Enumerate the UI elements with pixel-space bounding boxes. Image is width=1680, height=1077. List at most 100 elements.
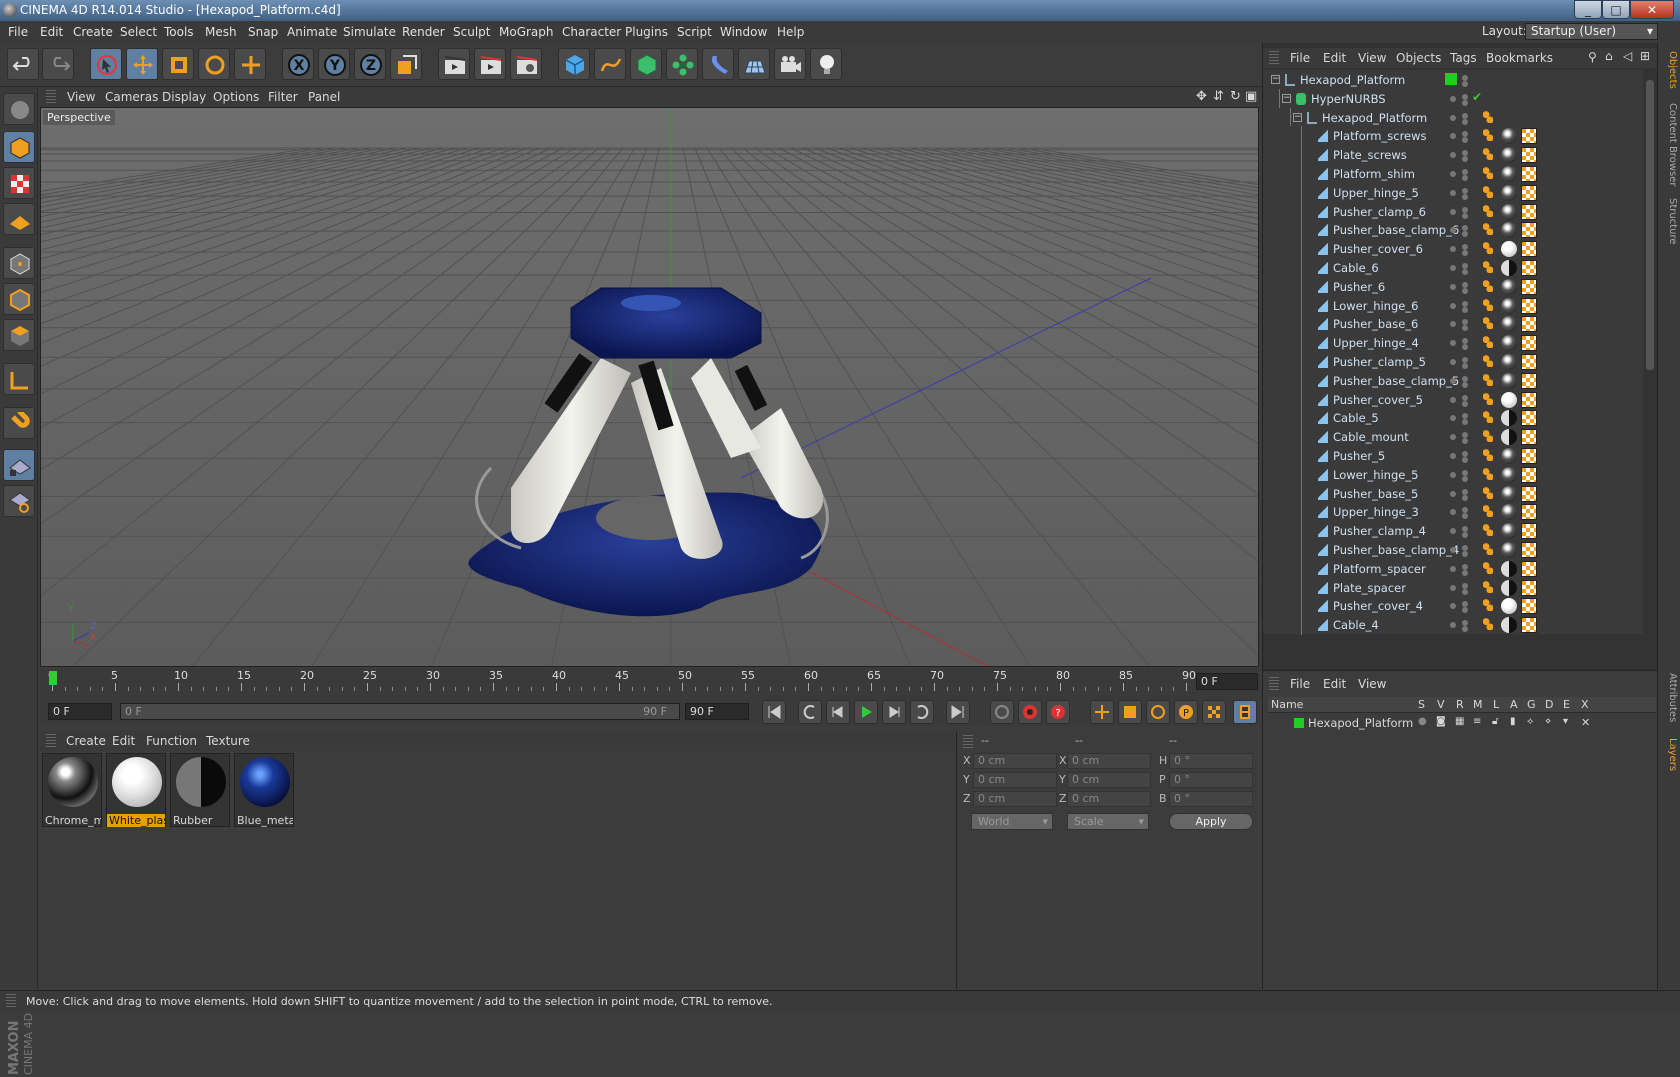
panel-grip[interactable] (1269, 677, 1279, 691)
visibility-dot[interactable] (1462, 325, 1468, 332)
panel-grip[interactable] (1269, 51, 1279, 65)
material-tag-icon[interactable] (1501, 260, 1517, 276)
add-cube-button[interactable] (558, 48, 590, 80)
object-row[interactable]: − HyperNURBS ✔ (1263, 88, 1643, 109)
material-tag-icon[interactable] (1501, 278, 1517, 295)
material-swatch-blue-metal[interactable]: Blue_metal (234, 753, 294, 827)
visibility-dot[interactable] (1462, 381, 1468, 388)
live-selection-button[interactable] (90, 48, 122, 80)
visibility-dot[interactable] (1450, 565, 1456, 572)
key-rotation-button[interactable] (1146, 700, 1170, 724)
material-tag-icon[interactable] (1501, 354, 1517, 370)
layer-color-tag[interactable] (1445, 73, 1457, 85)
texture-tag-icon[interactable] (1521, 523, 1537, 540)
enable-axis-button[interactable] (3, 363, 35, 395)
new-panel-icon[interactable]: ⊞ (1640, 49, 1650, 63)
coord-value-field[interactable]: 0 ° (1169, 772, 1253, 788)
visibility-dot[interactable] (1462, 400, 1468, 407)
viewport-menu-filter[interactable]: Filter (268, 90, 298, 104)
visibility-dot[interactable] (1462, 306, 1468, 313)
phong-tag-icon[interactable] (1483, 449, 1493, 461)
menu-mograph[interactable]: MoGraph (499, 25, 554, 39)
material-tag-icon[interactable] (1501, 504, 1517, 521)
previous-frame-button[interactable] (826, 700, 850, 724)
render-picture-viewer-button[interactable] (474, 48, 506, 80)
texture-tag-icon[interactable] (1521, 560, 1537, 577)
texture-tag-icon[interactable] (1521, 410, 1537, 427)
layer-menu-file[interactable]: File (1290, 677, 1310, 691)
object-row[interactable]: Upper_hinge_5 (1263, 182, 1643, 203)
go-to-start-button[interactable] (762, 700, 786, 724)
menu-help[interactable]: Help (777, 25, 804, 39)
material-tag-icon[interactable] (1501, 297, 1517, 314)
material-swatch-white-plastic[interactable]: White_plas (106, 753, 166, 827)
phong-tag-icon[interactable] (1483, 486, 1493, 499)
visibility-dot[interactable] (1462, 469, 1468, 476)
object-row[interactable]: Platform_spacer (1263, 558, 1643, 579)
visibility-dot[interactable] (1450, 453, 1456, 459)
phong-tag-icon[interactable] (1483, 411, 1493, 424)
coord-value-field[interactable]: 0 cm (1067, 772, 1151, 788)
layer-row[interactable]: Hexapod_Platform ● ◙ ▦ ≡ 🔓︎ ▮ ⟡ ⋄ ▾ ✕ (1268, 714, 1656, 732)
add-light-button[interactable] (810, 48, 842, 80)
go-to-end-button[interactable] (946, 700, 970, 724)
texture-tag-icon[interactable] (1521, 504, 1537, 521)
collapse-toggle-icon[interactable]: − (1282, 93, 1291, 103)
visibility-dot[interactable] (1462, 93, 1468, 100)
add-spline-button[interactable] (594, 48, 626, 80)
minimize-button[interactable]: _ (1574, 0, 1602, 19)
visibility-dot[interactable] (1462, 118, 1468, 125)
texture-tag-icon[interactable] (1521, 166, 1537, 182)
recent-tool-button[interactable] (234, 48, 266, 80)
menu-edit[interactable]: Edit (40, 25, 63, 39)
phong-tag-icon[interactable] (1483, 223, 1493, 236)
menu-animate[interactable]: Animate (287, 25, 337, 39)
phong-tag-icon[interactable] (1483, 279, 1493, 292)
object-row[interactable]: Cable_mount (1263, 427, 1643, 448)
viewport-maximize-icon[interactable]: ▣ (1245, 89, 1257, 104)
phong-tag-icon[interactable] (1483, 261, 1493, 273)
material-tag-icon[interactable] (1501, 128, 1517, 145)
panel-grip[interactable] (963, 735, 973, 749)
texture-tag-icon[interactable] (1521, 372, 1537, 389)
layer-deformer-icon[interactable]: ⋄ (1545, 716, 1551, 727)
visibility-dot[interactable] (1450, 622, 1456, 629)
layer-render-icon[interactable]: ▦ (1455, 716, 1464, 727)
z-axis-lock-button[interactable]: Z (354, 48, 386, 80)
visibility-dot[interactable] (1450, 603, 1456, 610)
layer-solo-icon[interactable]: ● (1418, 716, 1427, 727)
layer-color-swatch[interactable] (1294, 718, 1304, 728)
visibility-dot[interactable] (1462, 281, 1468, 288)
phong-tag-icon[interactable] (1483, 336, 1493, 349)
model-mode-button[interactable] (3, 131, 35, 163)
layer-manager-icon[interactable]: ≡ (1473, 716, 1481, 727)
material-tag-icon[interactable] (1501, 147, 1517, 164)
texture-tag-icon[interactable] (1521, 297, 1537, 314)
material-tag-icon[interactable] (1501, 617, 1517, 634)
render-view-button[interactable] (438, 48, 470, 80)
object-row[interactable]: Platform_screws (1263, 126, 1643, 147)
edges-mode-button[interactable] (3, 283, 35, 315)
visibility-dot[interactable] (1450, 114, 1456, 121)
visibility-dot[interactable] (1462, 112, 1468, 119)
collapse-toggle-icon[interactable]: − (1293, 112, 1302, 122)
material-tag-icon[interactable] (1501, 184, 1517, 201)
visibility-dot[interactable] (1450, 189, 1456, 196)
visibility-dot[interactable] (1462, 438, 1468, 445)
phong-tag-icon[interactable] (1483, 204, 1493, 217)
visibility-dot[interactable] (1450, 396, 1456, 403)
phong-tag-icon[interactable] (1483, 298, 1493, 311)
visibility-dot[interactable] (1450, 434, 1456, 441)
apply-button[interactable]: Apply (1169, 813, 1253, 830)
material-tag-icon[interactable] (1501, 316, 1517, 333)
object-row[interactable]: Pusher_base_clamp_4 (1263, 540, 1643, 560)
object-row[interactable]: Pusher_base_6 (1263, 314, 1643, 335)
object-row[interactable]: Pusher_5 (1263, 446, 1643, 466)
visibility-dot[interactable] (1462, 607, 1468, 614)
object-row[interactable]: Cable_6 (1263, 258, 1643, 278)
layer-xref-icon[interactable]: ✕ (1581, 716, 1590, 729)
tab-content-browser[interactable]: Content Browser (1661, 103, 1678, 186)
menu-tools[interactable]: Tools (164, 25, 194, 39)
locked-workplane-button[interactable] (3, 485, 35, 517)
play-button[interactable] (854, 700, 878, 724)
